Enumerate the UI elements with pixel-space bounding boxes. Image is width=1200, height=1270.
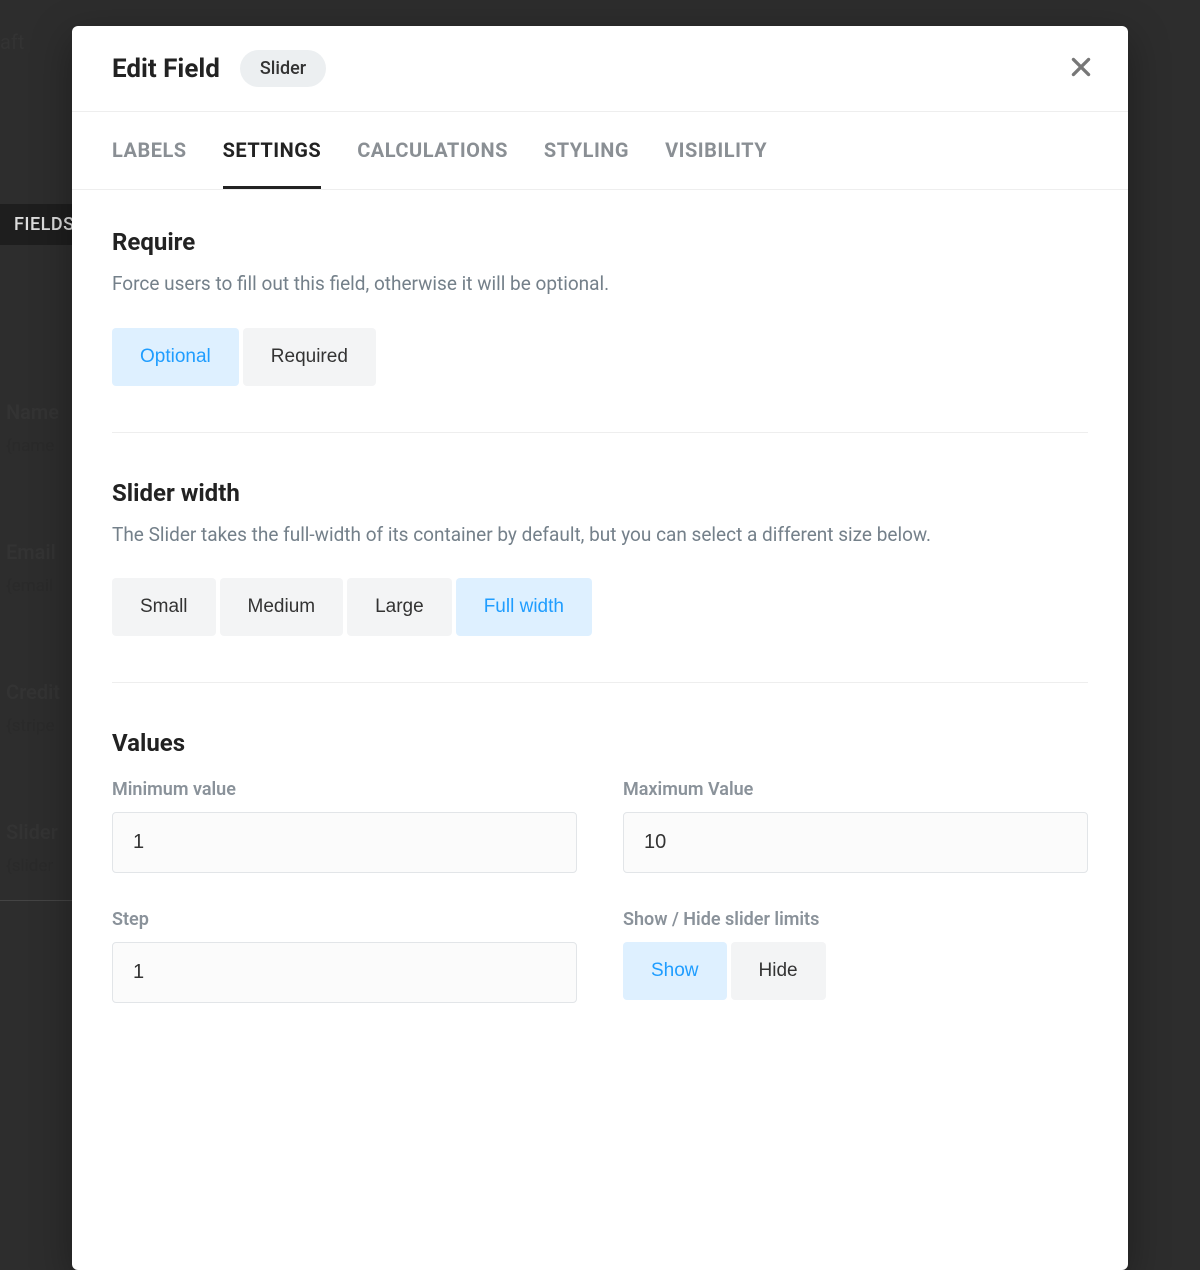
modal-body: Require Force users to fill out this fie… [72, 190, 1128, 1003]
width-option-large[interactable]: Large [347, 578, 452, 636]
modal-header: Edit Field Slider [72, 26, 1128, 111]
tab-settings[interactable]: SETTINGS [223, 112, 322, 189]
width-option-full[interactable]: Full width [456, 578, 592, 636]
close-icon[interactable] [1068, 54, 1094, 80]
tab-styling[interactable]: STYLING [544, 112, 629, 189]
bg-item-slider: Slider [6, 820, 58, 844]
tab-bar: LABELS SETTINGS CALCULATIONS STYLING VIS… [72, 111, 1128, 190]
bg-item-email: Email [6, 540, 56, 564]
limits-option-show[interactable]: Show [623, 942, 727, 1000]
bg-item-credit: Credit [6, 680, 60, 704]
bg-item-email-sub: {email [6, 576, 53, 596]
bg-item-name-sub: {name [6, 436, 54, 456]
tab-calculations[interactable]: CALCULATIONS [357, 112, 508, 189]
bg-item-name: Name [6, 400, 59, 424]
field-type-badge: Slider [240, 50, 326, 87]
min-value-input[interactable] [112, 812, 577, 873]
bg-status: aft [0, 30, 24, 54]
max-value-input[interactable] [623, 812, 1088, 873]
max-value-group: Maximum Value [623, 779, 1088, 873]
require-title: Require [112, 228, 1088, 256]
min-value-group: Minimum value [112, 779, 577, 873]
require-options: Optional Required [112, 328, 1088, 386]
require-option-required[interactable]: Required [243, 328, 376, 386]
bg-item-slider-sub: {slider [6, 856, 53, 876]
min-value-label: Minimum value [112, 779, 577, 800]
section-values: Values Minimum value Maximum Value Step … [112, 729, 1088, 1003]
max-value-label: Maximum Value [623, 779, 1088, 800]
limits-option-hide[interactable]: Hide [731, 942, 826, 1000]
limits-label: Show / Hide slider limits [623, 909, 1088, 930]
slider-width-options: Small Medium Large Full width [112, 578, 1088, 636]
values-title: Values [112, 729, 1088, 757]
width-option-medium[interactable]: Medium [220, 578, 344, 636]
step-group: Step [112, 909, 577, 1003]
tab-visibility[interactable]: VISIBILITY [665, 112, 767, 189]
edit-field-modal: Edit Field Slider LABELS SETTINGS CALCUL… [72, 26, 1128, 1270]
modal-title: Edit Field [112, 54, 220, 84]
slider-width-desc: The Slider takes the full-width of its c… [112, 521, 1088, 549]
step-label: Step [112, 909, 577, 930]
tab-labels[interactable]: LABELS [112, 112, 187, 189]
step-input[interactable] [112, 942, 577, 1003]
section-slider-width: Slider width The Slider takes the full-w… [112, 479, 1088, 684]
limits-group: Show / Hide slider limits Show Hide [623, 909, 1088, 1003]
slider-width-title: Slider width [112, 479, 1088, 507]
require-option-optional[interactable]: Optional [112, 328, 239, 386]
bg-item-credit-sub: {stripe [6, 716, 55, 736]
limits-options: Show Hide [623, 942, 1088, 1000]
section-require: Require Force users to fill out this fie… [112, 228, 1088, 433]
require-desc: Force users to fill out this field, othe… [112, 270, 1088, 298]
width-option-small[interactable]: Small [112, 578, 216, 636]
